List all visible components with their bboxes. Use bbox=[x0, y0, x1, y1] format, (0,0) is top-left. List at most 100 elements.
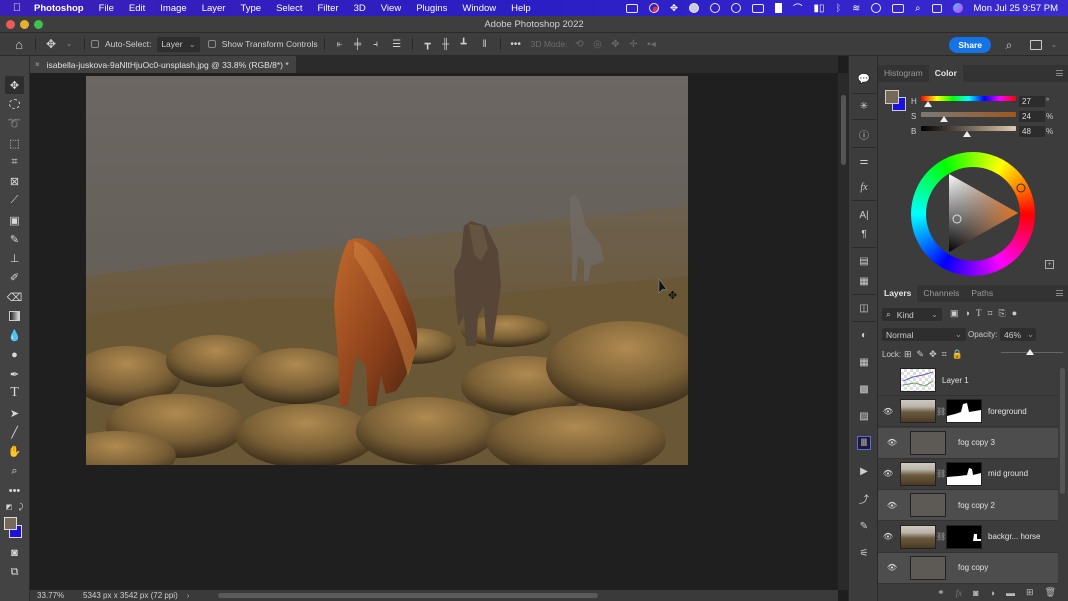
chat-icon[interactable] bbox=[709, 3, 720, 13]
visibility-eye-icon[interactable]: 👁 bbox=[882, 438, 902, 447]
layer-row[interactable]: 👁 fog copy 2 bbox=[878, 490, 1058, 522]
layer-name[interactable]: fog copy 3 bbox=[958, 438, 995, 447]
siri-icon[interactable] bbox=[952, 3, 963, 13]
document-canvas-image[interactable]: ✥ bbox=[86, 76, 688, 465]
mask-link-icon[interactable]: ⛓ bbox=[936, 407, 946, 416]
airplay-icon[interactable] bbox=[751, 3, 764, 13]
opacity-dropdown-icon[interactable]: ⌄ bbox=[1026, 328, 1036, 341]
show-transform-toggle[interactable]: Show Transform Controls bbox=[207, 39, 318, 49]
clock[interactable]: Mon Jul 25 9:57 PM bbox=[974, 3, 1059, 14]
visibility-eye-icon[interactable]: 👁 bbox=[878, 532, 898, 541]
color-panel-foreground-swatch[interactable] bbox=[885, 90, 899, 104]
pen-tool-icon[interactable]: ✒ bbox=[5, 365, 24, 383]
layer-filter-kind-dropdown[interactable]: ⌕ Kind ⌄ bbox=[882, 308, 942, 321]
hue-slider-thumb[interactable] bbox=[924, 101, 933, 107]
align-bottom-icon[interactable]: ┻ bbox=[458, 38, 470, 50]
layer-row[interactable]: 👁 ⛓ backgr... horse bbox=[878, 522, 1058, 553]
fx-icon[interactable]: fx bbox=[956, 588, 963, 598]
home-icon[interactable]: ⌂ bbox=[12, 37, 26, 52]
horizontal-scrollbar[interactable] bbox=[218, 593, 598, 598]
wifi-icon[interactable]: ≋ bbox=[852, 3, 860, 14]
tab-histogram[interactable]: Histogram bbox=[878, 65, 929, 82]
align-top-icon[interactable]: ┳ bbox=[422, 38, 434, 50]
screen-mode-icon[interactable]: ⧉ bbox=[5, 563, 24, 581]
dodge-tool-icon[interactable]: ● bbox=[5, 346, 24, 364]
tab-paths[interactable]: Paths bbox=[965, 285, 999, 302]
layer-row[interactable]: 👁 fog copy 3 bbox=[878, 427, 1058, 459]
user-icon[interactable] bbox=[871, 3, 882, 13]
character-icon[interactable]: A| bbox=[857, 208, 871, 222]
bookmark-icon[interactable] bbox=[774, 3, 782, 13]
layer-row[interactable]: 👁 fog copy bbox=[878, 552, 1058, 584]
layer-name[interactable]: fog copy bbox=[958, 563, 988, 572]
chevron-down-icon[interactable]: ⌄ bbox=[63, 38, 75, 50]
hue-slider[interactable] bbox=[921, 96, 1016, 101]
opacity-input[interactable]: 46% bbox=[1000, 328, 1028, 341]
brush-settings-icon[interactable]: ✎ bbox=[857, 519, 871, 533]
align-left-icon[interactable]: ⫦ bbox=[334, 38, 346, 50]
comments-icon[interactable]: 💬 bbox=[857, 72, 871, 86]
tool-presets-icon[interactable]: ⚟ bbox=[857, 546, 871, 560]
dropbox-icon[interactable]: ✥ bbox=[670, 3, 678, 14]
zoom-level[interactable]: 33.77% bbox=[37, 591, 77, 600]
lock-position-icon[interactable]: ✥ bbox=[929, 349, 937, 360]
layers-panel-menu-icon[interactable] bbox=[1056, 290, 1063, 296]
workspace-icon[interactable] bbox=[1030, 40, 1042, 50]
visibility-eye-icon[interactable]: 👁 bbox=[882, 501, 902, 510]
tab-channels[interactable]: Channels bbox=[917, 285, 965, 302]
menu-layer[interactable]: Layer bbox=[202, 3, 226, 14]
tab-color[interactable]: Color bbox=[928, 65, 963, 82]
filter-smart-object-icon[interactable]: ⎘ bbox=[999, 308, 1006, 319]
opacity-slider-thumb[interactable] bbox=[1025, 349, 1034, 355]
artboards-icon[interactable]: ◫ bbox=[857, 301, 871, 315]
layer-mask-thumbnail[interactable] bbox=[946, 461, 982, 486]
menu-view[interactable]: View bbox=[381, 3, 401, 14]
gauge-icon[interactable]: ⌒ bbox=[793, 1, 803, 15]
blur-tool-icon[interactable]: 💧 bbox=[5, 326, 24, 344]
auto-select-target-dropdown[interactable]: Layer ⌄ bbox=[157, 36, 200, 52]
marquee-tool-icon[interactable] bbox=[5, 95, 24, 113]
delete-layer-icon[interactable]: 🗑 bbox=[1045, 587, 1056, 598]
history-icon[interactable]: ⤴ bbox=[857, 491, 871, 506]
lasso-tool-icon[interactable]: ➰ bbox=[5, 114, 24, 132]
lock-all-icon[interactable]: 🔒 bbox=[952, 349, 963, 360]
menu-help[interactable]: Help bbox=[511, 3, 531, 14]
eyedropper-tool-icon[interactable]: ⟋ bbox=[5, 191, 24, 209]
expand-wheel-icon[interactable]: + bbox=[1045, 260, 1054, 269]
hand-tool-icon[interactable]: ✋ bbox=[5, 442, 24, 460]
learn-icon[interactable]: ✳ bbox=[857, 99, 871, 113]
new-group-icon[interactable]: ▬ bbox=[1006, 588, 1015, 598]
tab-layers[interactable]: Layers bbox=[878, 285, 918, 302]
lock-pixels-icon[interactable]: ✎ bbox=[917, 349, 925, 360]
zoom-tool-icon[interactable]: ⌕ bbox=[5, 462, 24, 480]
stamp-tool-icon[interactable]: ⊥ bbox=[5, 249, 24, 267]
visibility-eye-icon[interactable]: 👁 bbox=[878, 469, 898, 478]
gradients-icon[interactable]: ▨ bbox=[857, 409, 871, 423]
visibility-eye-icon[interactable]: 👁 bbox=[882, 563, 902, 572]
brightness-value[interactable]: 48 bbox=[1019, 126, 1045, 137]
quick-mask-icon[interactable]: ◙ bbox=[5, 544, 24, 562]
menu-3d[interactable]: 3D bbox=[354, 3, 366, 14]
adjustments-icon[interactable]: ◐ bbox=[857, 328, 871, 342]
actions-play-icon[interactable]: ▶ bbox=[857, 464, 871, 478]
mask-link-icon[interactable]: ⛓ bbox=[936, 469, 946, 478]
menu-plugins[interactable]: Plugins bbox=[416, 3, 447, 14]
menu-filter[interactable]: Filter bbox=[317, 3, 338, 14]
layer-name[interactable]: Layer 1 bbox=[942, 376, 969, 385]
align-middle-v-icon[interactable]: ╫ bbox=[440, 38, 452, 50]
layer-name[interactable]: backgr... horse bbox=[988, 532, 1040, 541]
gradient-tool-icon[interactable] bbox=[5, 307, 24, 325]
distribute-h-icon[interactable]: ‖ bbox=[479, 38, 491, 50]
layers-scrollbar[interactable] bbox=[1060, 368, 1065, 494]
lock-transparent-icon[interactable]: ⊞ bbox=[904, 349, 912, 360]
link-layers-icon[interactable]: ⚭ bbox=[937, 587, 945, 598]
document-tab[interactable]: × isabella-juskova-9aNltHjuOc0-unsplash.… bbox=[30, 56, 296, 73]
edit-toolbar-icon[interactable]: ••• bbox=[5, 482, 24, 500]
layer-mask-thumbnail[interactable] bbox=[946, 399, 982, 424]
workspace-chevron-icon[interactable]: ⌄ bbox=[1048, 39, 1060, 51]
camera-icon[interactable] bbox=[626, 3, 638, 13]
properties-icon[interactable]: ⚌ bbox=[857, 154, 871, 168]
more-options-icon[interactable]: ••• bbox=[510, 38, 522, 50]
type-tool-icon[interactable]: T bbox=[5, 384, 24, 402]
menu-image[interactable]: Image bbox=[160, 3, 186, 14]
